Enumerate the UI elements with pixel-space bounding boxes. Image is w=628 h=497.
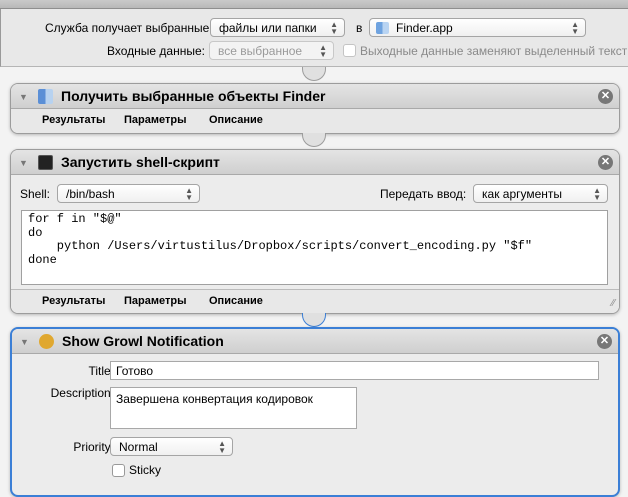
action-show-growl-notification: ▼ Show Growl Notification ✕ Title: Готов… [10,327,620,497]
sticky-checkbox[interactable] [112,464,125,477]
popup-value: /bin/bash [66,187,115,201]
description-field[interactable]: Завершена конвертация кодировок [110,387,357,429]
connector [302,67,326,81]
script-line: for f in "$@" [28,212,122,226]
finder-icon [38,89,53,104]
updown-arrows-icon: ▲ ▼ [330,20,338,36]
action-header: ▼ Show Growl Notification ✕ [12,329,618,354]
close-icon[interactable]: ✕ [598,89,613,104]
action-title: Запустить shell-скрипт [61,154,220,170]
input-data-label: Входные данные: [107,44,205,58]
close-icon[interactable]: ✕ [597,334,612,349]
field-value: Готово [116,364,154,378]
updown-arrows-icon: ▲ ▼ [185,186,193,202]
action-title: Получить выбранные объекты Finder [61,88,326,104]
terminal-icon [38,155,53,170]
disclosure-triangle-icon[interactable]: ▼ [20,337,29,347]
action-title: Show Growl Notification [62,333,224,349]
menu-strip [0,0,628,9]
connector [302,133,326,147]
sticky-label: Sticky [129,463,162,477]
shell-popup[interactable]: /bin/bash ▲ ▼ [57,184,200,203]
action-get-finder-items: ▼ Получить выбранные объекты Finder ✕ Ре… [10,83,620,134]
replace-text-label: Выходные данные заменяют выделенный текс… [360,44,628,58]
tab-results[interactable]: Результаты [42,114,105,126]
disclosure-triangle-icon[interactable]: ▼ [19,158,28,168]
script-line: do [28,225,43,240]
popup-value: все выбранное [218,44,303,58]
priority-label: Priority: [73,440,114,454]
action-body: Shell: /bin/bash ▲ ▼ Передать ввод: как ар… [11,175,619,289]
popup-value: как аргументы [482,187,563,201]
priority-popup[interactable]: Normal ▲ ▼ [110,437,233,456]
growl-icon [39,334,54,349]
finder-icon [376,22,389,34]
connector [302,313,326,327]
resize-grip-icon[interactable]: ⁄⁄ [612,298,615,309]
action-header: ▼ Запустить shell-скрипт ✕ [11,150,619,175]
input-data-popup[interactable]: все выбранное ▲ ▼ [209,41,334,60]
close-icon[interactable]: ✕ [598,155,613,170]
action-header: ▼ Получить выбранные объекты Finder ✕ [11,84,619,109]
disclosure-triangle-icon[interactable]: ▼ [19,92,28,102]
updown-arrows-icon: ▲ ▼ [571,20,579,36]
service-input-type-popup[interactable]: файлы или папки ▲ ▼ [210,18,345,37]
description-label: Description: [50,386,114,400]
updown-arrows-icon: ▲ ▼ [593,186,601,202]
updown-arrows-icon: ▲ ▼ [319,43,327,59]
action-tabs: Результаты Параметры Описание ⁄⁄ [11,289,619,313]
script-line: done [28,252,57,267]
shell-label: Shell: [20,187,51,201]
workflow-header: Служба получает выбранные файлы или папк… [0,9,628,67]
action-tabs: Результаты Параметры Описание [11,109,619,133]
script-editor[interactable]: for f in "$@" do python /Users/virtustilu… [21,210,608,285]
tab-description[interactable]: Описание [209,114,263,126]
field-value: Завершена конвертация кодировок [116,392,313,406]
tab-options[interactable]: Параметры [124,295,186,307]
popup-value: файлы или папки [219,21,317,35]
pass-input-label: Передать ввод: [380,187,467,201]
service-receives-label: Служба получает выбранные [45,21,210,35]
script-line: python /Users/virtustilus/Dropbox/script… [28,239,533,253]
popup-value: Normal [119,440,158,454]
pass-input-popup[interactable]: как аргументы ▲ ▼ [473,184,608,203]
popup-value: Finder.app [396,21,453,35]
tab-options[interactable]: Параметры [124,114,186,126]
tab-results[interactable]: Результаты [42,295,105,307]
title-field[interactable]: Готово [110,361,599,380]
action-run-shell-script: ▼ Запустить shell-скрипт ✕ Shell: /bin/b… [10,149,620,314]
replace-text-checkbox[interactable] [343,44,356,57]
in-label: в [356,21,363,35]
updown-arrows-icon: ▲ ▼ [218,439,226,455]
tab-description[interactable]: Описание [209,295,263,307]
application-popup[interactable]: Finder.app ▲ ▼ [369,18,586,37]
